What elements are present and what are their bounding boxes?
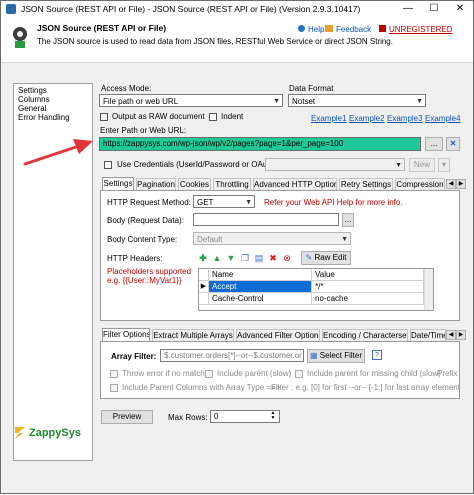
raw-edit-label: Raw Edit	[314, 253, 347, 262]
zappysys-logo-text: ZappySys	[29, 427, 81, 439]
body-label: Body (Request Data):	[107, 216, 184, 225]
new-credential-button[interactable]: New	[409, 158, 435, 172]
tab-cookies[interactable]: Cookies	[178, 178, 211, 190]
tab-advanced-http-options[interactable]: Advanced HTTP Options	[253, 178, 337, 190]
move-up-icon[interactable]: ▲	[212, 253, 222, 263]
filter-help-button[interactable]: ?	[372, 350, 382, 360]
grid-corner	[199, 269, 209, 281]
grid-header-name: Name	[209, 269, 312, 281]
http-method-select[interactable]: GET ▼	[193, 195, 255, 208]
use-credentials-checkbox[interactable]	[104, 161, 112, 169]
grid-cell-value[interactable]: */*	[312, 281, 424, 293]
placeholders-hint-1: Placeholders supported	[107, 267, 192, 276]
tab-throttling[interactable]: Throttling	[213, 178, 251, 190]
clear-all-icon[interactable]: ⊗	[282, 253, 292, 263]
grid-header-value: Value	[312, 269, 424, 281]
tab-encoding-charactersets[interactable]: Encoding / Charactersets	[322, 329, 408, 341]
credentials-select[interactable]: ▼	[265, 158, 405, 171]
method-help-text: Refer your Web API Help for more info.	[264, 198, 403, 207]
zappysys-logo-icon	[13, 426, 27, 440]
chevron-down-icon: ▼	[245, 199, 252, 206]
credential-options-button[interactable]: ▾	[438, 158, 450, 172]
filter-hint-text: Filter : e.g. [0] for first --or-- [-1:]…	[271, 383, 459, 392]
throw-error-checkbox[interactable]	[110, 370, 118, 378]
preview-button[interactable]: Preview	[101, 410, 153, 424]
include-parent-checkbox[interactable]	[205, 370, 213, 378]
body-content-type-label: Body Content Type:	[107, 235, 178, 244]
placeholders-hint-2: e.g. {{User::MyVar1}}	[107, 276, 182, 285]
include-parent-missing-checkbox[interactable]	[295, 370, 303, 378]
tab-retry-settings[interactable]: Retry Settings	[339, 178, 393, 190]
move-down-icon[interactable]: ▼	[226, 253, 236, 263]
body-content-type-select[interactable]: Default ▼	[193, 232, 351, 245]
edit-icon: ✎	[305, 253, 313, 262]
row-indicator-icon: ▶	[199, 281, 209, 293]
include-parent-missing-label: Include parent for missing child (slow)	[307, 369, 441, 378]
max-rows-label: Max Rows:	[168, 413, 208, 422]
max-rows-stepper[interactable]: ▲ ▼	[267, 411, 279, 422]
throw-error-label: Throw error if no match	[122, 369, 205, 378]
http-headers-label: HTTP Headers:	[107, 254, 163, 263]
chevron-down-icon: ▼	[341, 236, 348, 243]
use-credentials-label: Use Credentials (UserId/Password or OAut…	[117, 160, 277, 169]
body-edit-button[interactable]: ...	[342, 213, 354, 227]
http-method-value: GET	[197, 198, 214, 207]
raw-edit-button[interactable]: ✎ Raw Edit	[301, 251, 351, 265]
prefix-label: Prefix	[437, 369, 458, 378]
filter-tab-scroll-right-button[interactable]: ▶	[456, 330, 466, 340]
tab-scroll-left-button[interactable]: ◀	[446, 179, 456, 189]
tab-settings[interactable]: Settings	[102, 177, 134, 190]
filter-tab-scroll-left-button[interactable]: ◀	[446, 330, 456, 340]
dialog-window: JSON Source (REST API or File) - JSON So…	[0, 0, 474, 494]
select-filter-label: Select Filter	[319, 351, 363, 360]
add-row-icon[interactable]: ✚	[198, 253, 208, 263]
tab-compression[interactable]: Compression	[395, 178, 445, 190]
tab-scroll-right-button[interactable]: ▶	[456, 179, 466, 189]
http-headers-grid: Name Value ▶ Accept */* Cache-Control no…	[198, 268, 434, 311]
paste-icon[interactable]: ▤	[254, 253, 264, 263]
tab-filter-options[interactable]: Filter Options	[102, 328, 150, 341]
body-input[interactable]	[193, 213, 339, 226]
include-parent-columns-label: Include Parent Columns with Array Type =…	[122, 383, 281, 392]
tab-extract-multiple-arrays[interactable]: Extract Multiple Arrays	[152, 329, 234, 341]
tab-advanced-filter-options[interactable]: Advanced Filter Options	[236, 329, 320, 341]
delete-row-icon[interactable]: ✖	[268, 253, 278, 263]
select-filter-button[interactable]: ▦ Select Filter	[307, 349, 365, 363]
array-filter-input[interactable]: $.customer.orders[*]--or--$.customer.or	[160, 349, 304, 362]
grid-scrollbar[interactable]	[424, 269, 433, 310]
grid-cell-name[interactable]: Cache-Control	[209, 293, 312, 305]
grid-cell-name[interactable]: Accept	[209, 281, 312, 293]
include-parent-label: Include parent (slow)	[217, 369, 292, 378]
grid-cell-value[interactable]: no-cache	[312, 293, 424, 305]
tab-pagination[interactable]: Pagination	[136, 178, 176, 190]
copy-icon[interactable]: ❐	[240, 253, 250, 263]
array-filter-label: Array Filter:	[111, 352, 157, 361]
chevron-down-icon: ▼	[395, 162, 402, 169]
include-parent-columns-checkbox[interactable]	[110, 384, 118, 392]
grid-row-header	[199, 293, 209, 305]
tab-date-time[interactable]: Date/Time	[410, 329, 446, 341]
http-method-label: HTTP Request Method:	[107, 198, 191, 207]
body-content-type-value: Default	[197, 235, 223, 244]
filter-icon: ▦	[309, 351, 318, 360]
